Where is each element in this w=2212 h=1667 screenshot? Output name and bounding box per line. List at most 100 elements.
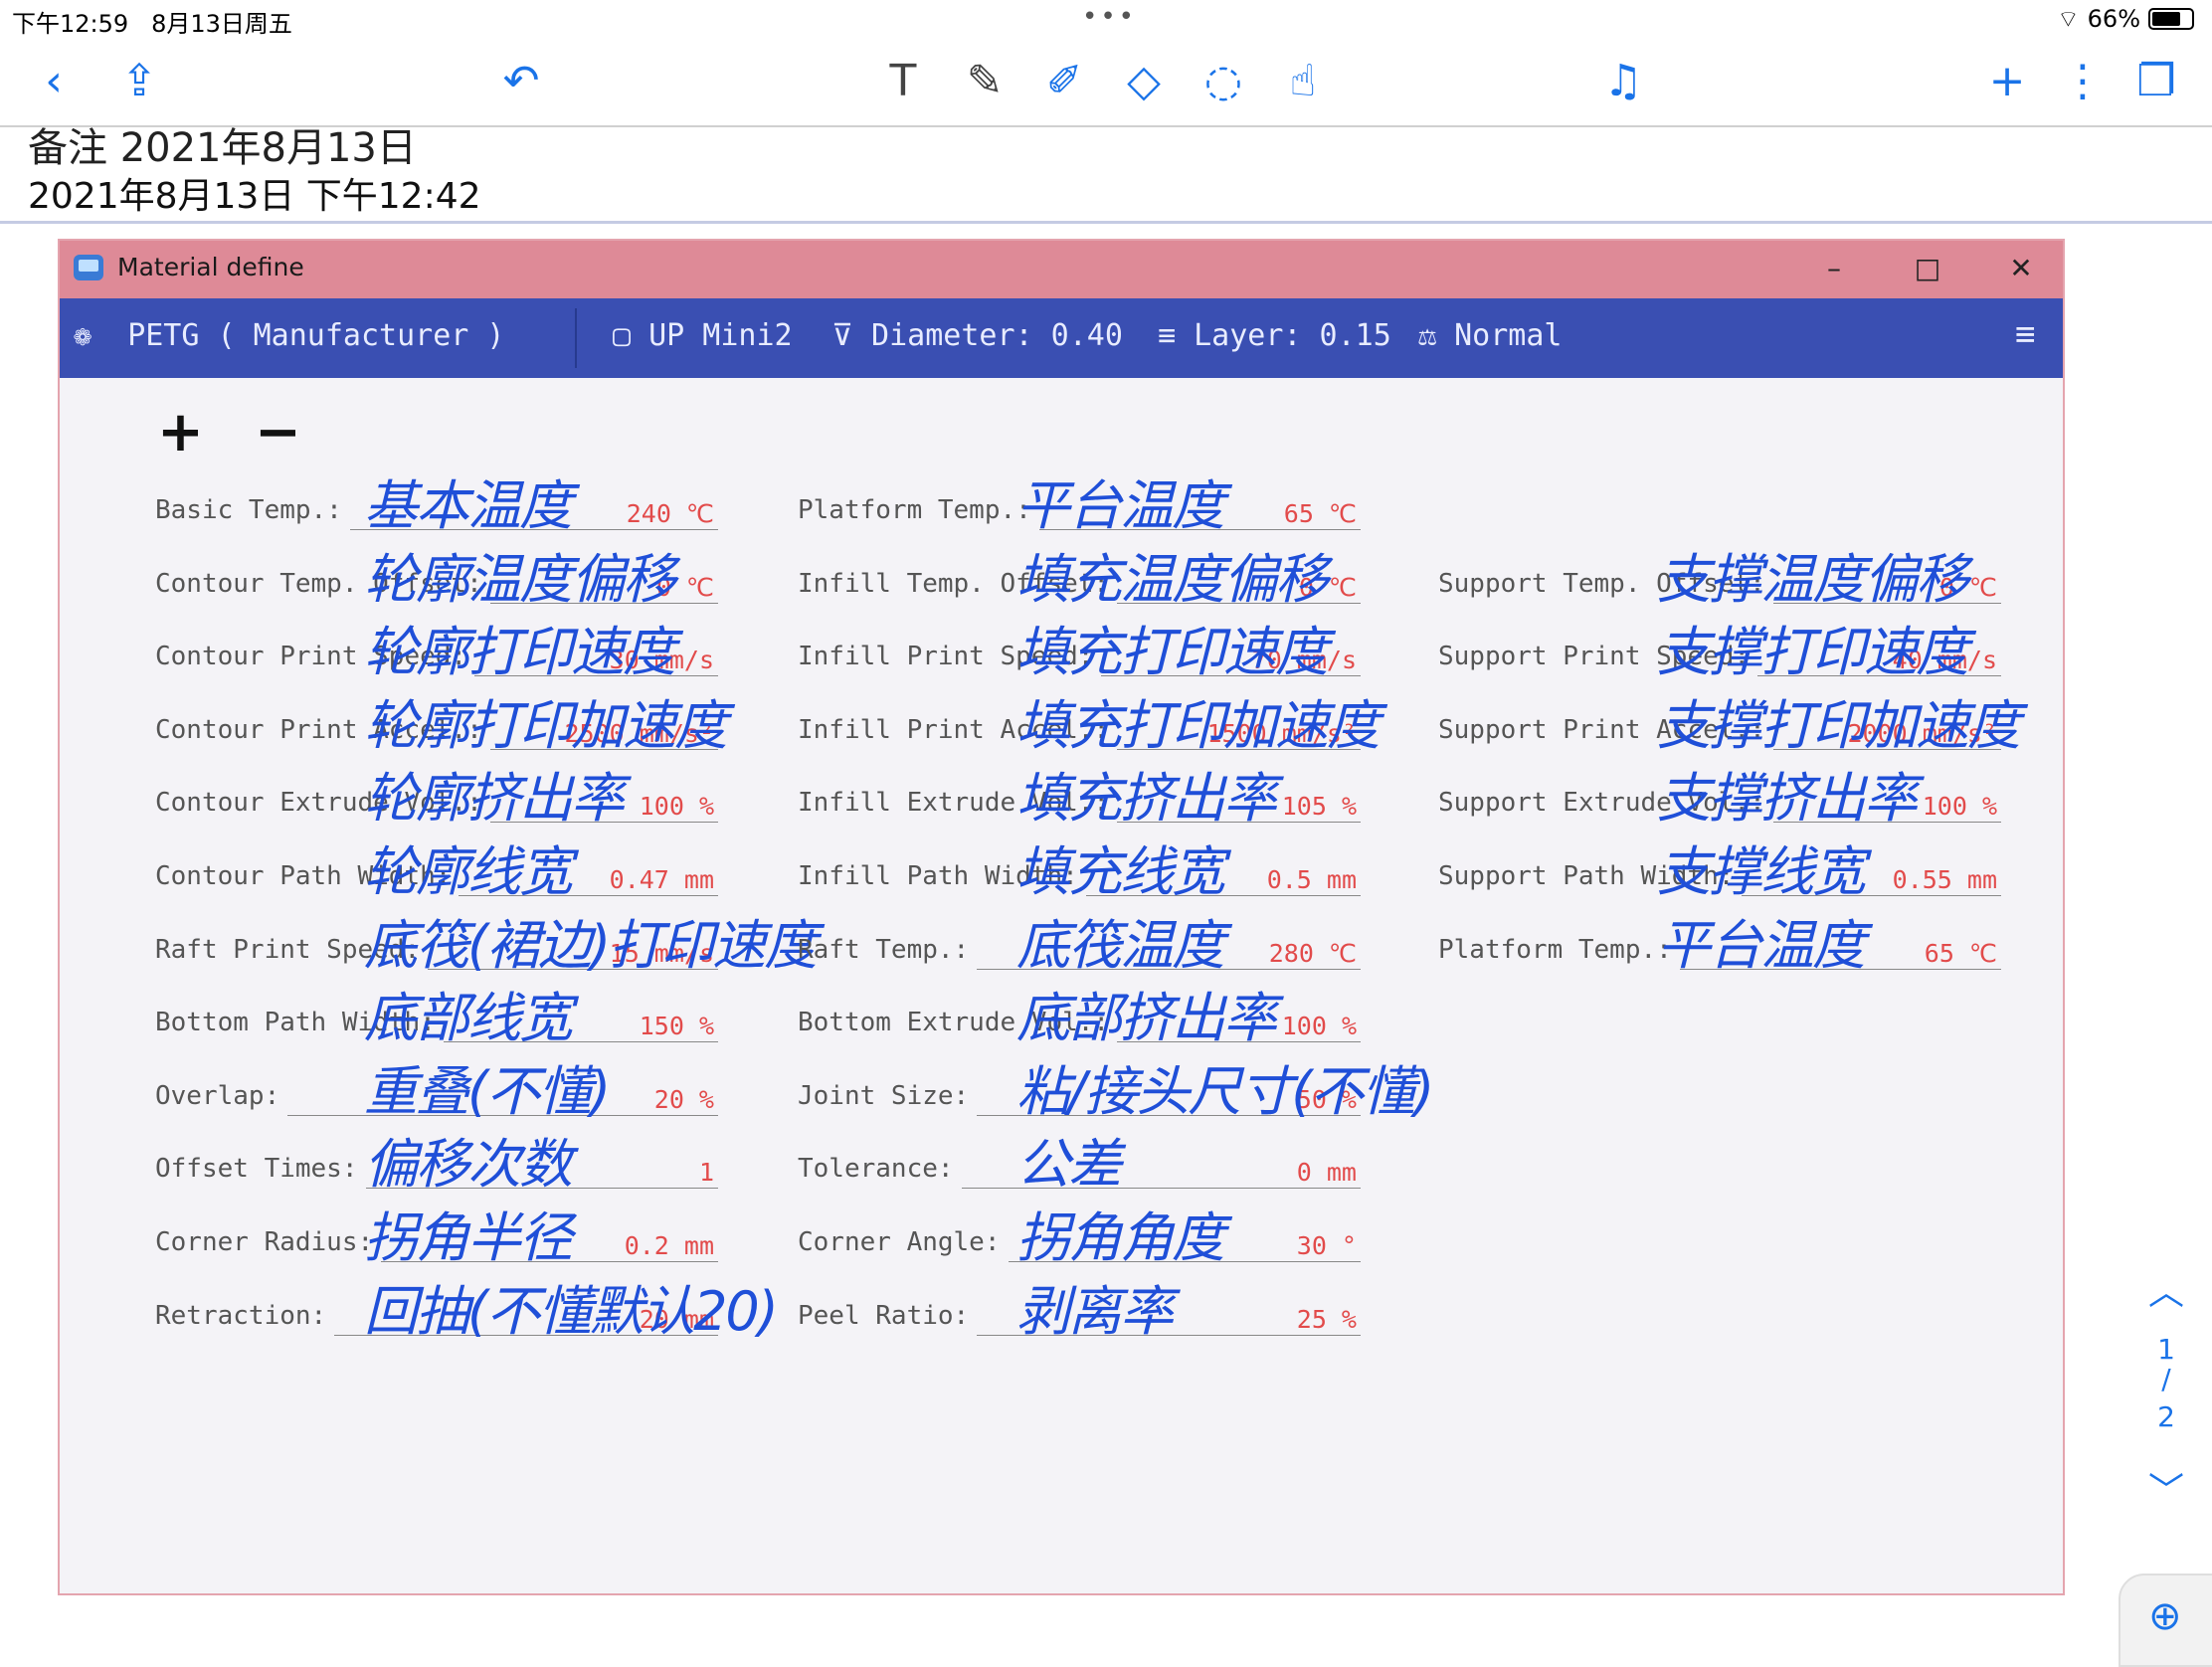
parameter-label: Peel Ratio: xyxy=(798,1300,970,1331)
parameter-value[interactable]: 280 ℃ xyxy=(1269,939,1357,968)
parameter-value[interactable]: 0.5 mm xyxy=(1267,865,1357,894)
close-button[interactable]: ✕ xyxy=(1991,249,2051,288)
parameter-value[interactable]: 0.55 mm xyxy=(1893,865,1997,894)
parameter-value[interactable]: 1 xyxy=(699,1158,714,1187)
parameter-label: Platform Temp.: xyxy=(798,495,1031,525)
layer-selector[interactable]: ≡ Layer: 0.15 xyxy=(1158,318,1391,353)
page-down-button[interactable]: ﹀ xyxy=(2136,1462,2196,1514)
parameter-label: Joint Size: xyxy=(798,1080,970,1111)
wifi-icon: ⌔ xyxy=(2057,5,2080,33)
handwritten-annotation: 公差 xyxy=(1016,1133,1122,1197)
minimize-button[interactable]: – xyxy=(1804,249,1864,288)
handwritten-annotation: 剥离率 xyxy=(1016,1279,1174,1343)
handwritten-annotation: 填充线宽 xyxy=(1016,840,1225,903)
handwritten-annotation: 底筏温度 xyxy=(1016,913,1225,977)
handwritten-annotation: 基本温度 xyxy=(364,474,573,537)
zoom-button[interactable]: ⊕ xyxy=(2119,1574,2212,1667)
parameter-value[interactable]: 100 % xyxy=(1923,792,1997,821)
parameter-label: Platform Temp.: xyxy=(1438,934,1672,965)
undo-icon[interactable]: ↶ xyxy=(491,54,551,109)
parameter-label: Overlap: xyxy=(155,1080,280,1111)
zoom-icon: ⊕ xyxy=(2148,1593,2182,1639)
parameter-value[interactable]: 65 ℃ xyxy=(1284,499,1357,528)
window-titlebar: Material define – □ ✕ xyxy=(60,241,2063,298)
multitasking-dots[interactable]: ••• xyxy=(1082,2,1137,32)
page-separator: / xyxy=(2161,1363,2171,1395)
quality-selector[interactable]: ⚖ Normal xyxy=(1418,318,1563,353)
parameter-value[interactable]: 240 ℃ xyxy=(627,499,714,528)
handwritten-annotation: 支撑线宽 xyxy=(1657,840,1866,903)
handwritten-annotation: 轮廓温度偏移 xyxy=(364,547,676,611)
handwritten-annotation: 填充打印加速度 xyxy=(1016,693,1381,757)
app-icon xyxy=(74,255,103,280)
menu-icon[interactable]: ≡ xyxy=(2015,314,2035,354)
pages-icon[interactable]: ❐ xyxy=(2126,54,2186,109)
parameter-value[interactable]: 100 % xyxy=(1282,1012,1357,1040)
parameter-label: Tolerance: xyxy=(798,1154,954,1185)
parameter-value[interactable]: 30 ° xyxy=(1297,1231,1357,1260)
remove-button[interactable]: − xyxy=(255,400,301,464)
handwritten-annotation: 填充温度偏移 xyxy=(1016,547,1329,611)
parameter-value[interactable]: 0.47 mm xyxy=(610,865,714,894)
text-tool-icon[interactable]: T xyxy=(873,54,933,109)
parameter-label: Offset Times: xyxy=(155,1154,358,1185)
parameter-value[interactable]: 25 % xyxy=(1297,1305,1357,1334)
handwritten-annotation: 偏移次数 xyxy=(364,1133,573,1197)
material-selector[interactable]: ❁ PETG ( Manufacturer ) xyxy=(74,318,504,353)
hand-icon[interactable]: ☝ xyxy=(1273,54,1333,109)
handwritten-annotation: 支撑打印加速度 xyxy=(1657,693,2021,757)
parameter-value[interactable]: 150 % xyxy=(640,1012,714,1040)
battery-percent: 66% xyxy=(2087,5,2140,33)
parameter-value[interactable]: 0.2 mm xyxy=(625,1231,714,1260)
maximize-button[interactable]: □ xyxy=(1898,249,1957,288)
parameter-label: Corner Angle: xyxy=(798,1227,1001,1257)
parameter-value[interactable]: 65 ℃ xyxy=(1925,939,1997,968)
status-date: 8月13日周五 xyxy=(151,10,292,38)
page-total: 2 xyxy=(2157,1400,2175,1433)
parameter-value[interactable]: 0 mm xyxy=(1297,1158,1357,1187)
share-icon[interactable]: ⇪ xyxy=(109,54,169,109)
page-up-button[interactable]: ︿ xyxy=(2136,1263,2196,1315)
diameter-selector[interactable]: ⊽ Diameter: 0.40 xyxy=(831,318,1123,353)
status-time: 下午12:59 xyxy=(12,10,129,38)
microphone-icon[interactable]: ♫ xyxy=(1593,54,1653,109)
material-define-window: Material define – □ ✕ ❁ PETG ( Manufactu… xyxy=(58,239,2065,1595)
eraser-icon[interactable]: ◇ xyxy=(1114,54,1174,109)
handwritten-annotation: 拐角半径 xyxy=(364,1206,573,1269)
handwritten-annotation: 底部线宽 xyxy=(364,987,573,1050)
parameter-value[interactable]: 20 % xyxy=(654,1085,714,1114)
layers-icon: ≡ xyxy=(1158,318,1177,353)
material-navbar: ❁ PETG ( Manufacturer ) ▢ UP Mini2 ⊽ Dia… xyxy=(60,298,2063,378)
printer-selector[interactable]: ▢ UP Mini2 xyxy=(613,318,793,353)
pen-icon[interactable]: ✎ xyxy=(955,54,1014,109)
handwritten-annotation: 平台温度 xyxy=(1657,913,1866,977)
parameter-value[interactable]: 100 % xyxy=(640,792,714,821)
handwritten-annotation: 轮廓线宽 xyxy=(364,840,573,903)
handwritten-annotation: 支撑挤出率 xyxy=(1657,767,1918,831)
divider xyxy=(575,308,577,368)
nozzle-icon: ⊽ xyxy=(831,318,853,353)
parameter-label: Corner Radius: xyxy=(155,1227,374,1257)
handwritten-annotation: 支撑温度偏移 xyxy=(1657,547,1969,611)
printer-icon: ▢ xyxy=(613,318,632,353)
add-button[interactable]: + xyxy=(157,400,204,464)
lasso-icon[interactable]: ◌ xyxy=(1194,54,1253,109)
note-datetime: 2021年8月13日 下午12:42 xyxy=(28,176,481,217)
parameter-value[interactable]: 105 % xyxy=(1282,792,1357,821)
handwritten-annotation: 填充挤出率 xyxy=(1016,767,1277,831)
more-icon[interactable]: ⋮ xyxy=(2053,54,2113,109)
handwritten-annotation: 轮廓打印加速度 xyxy=(364,693,728,757)
handwritten-annotation: 粘/接头尺寸(不懂) xyxy=(1016,1059,1434,1123)
page-current: 1 xyxy=(2157,1333,2175,1366)
handwritten-annotation: 填充打印速度 xyxy=(1016,621,1329,684)
highlighter-icon[interactable]: ✐ xyxy=(1034,54,1094,109)
add-icon[interactable]: + xyxy=(1977,54,2037,109)
handwritten-annotation: 底部挤出率 xyxy=(1016,987,1277,1050)
handwritten-annotation: 轮廓挤出率 xyxy=(364,767,625,831)
window-title: Material define xyxy=(117,253,304,281)
chevron-left-icon[interactable]: ‹ xyxy=(24,54,84,109)
handwritten-annotation: 支撑打印速度 xyxy=(1657,621,1969,684)
battery-icon xyxy=(2148,8,2194,30)
handwritten-annotation: 回抽(不懂默认20) xyxy=(364,1279,779,1343)
note-toolbar: ‹ ⇪ ↶ T ✎ ✐ ◇ ◌ ☝ ♫ + ⋮ ❐ xyxy=(0,40,2212,127)
